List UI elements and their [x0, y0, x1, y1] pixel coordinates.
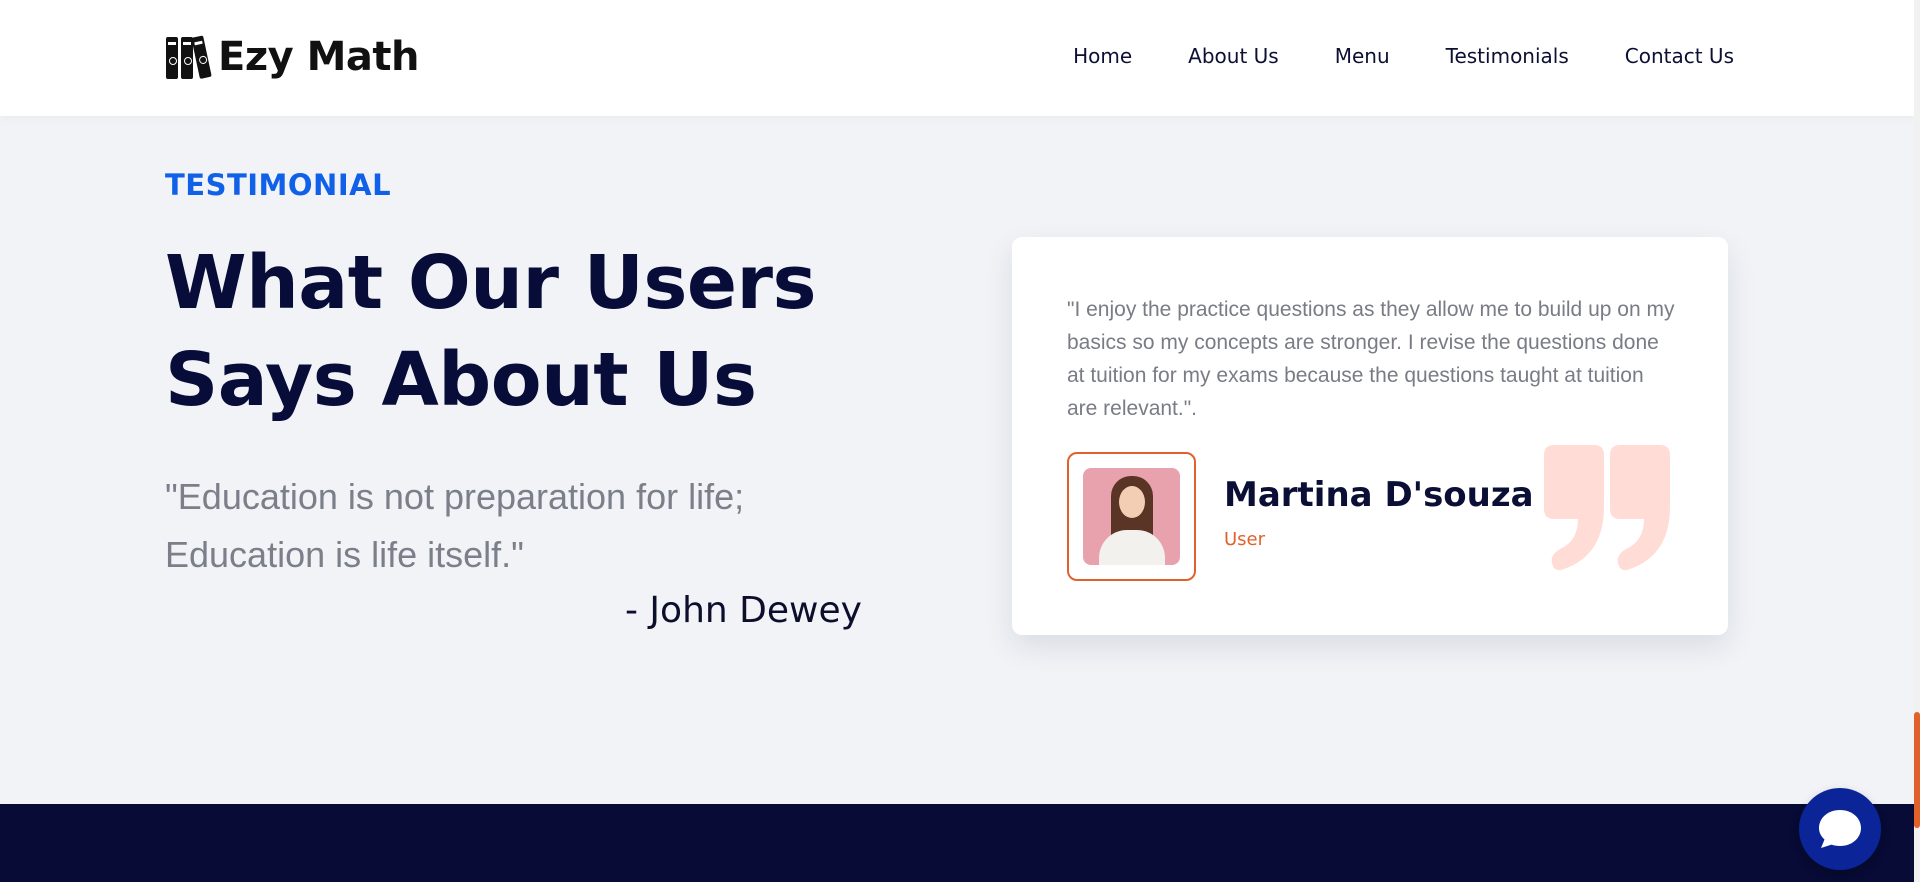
chat-button[interactable] [1799, 788, 1881, 870]
section-heading: What Our Users Says About Us [165, 235, 885, 429]
nav-testimonials[interactable]: Testimonials [1446, 44, 1569, 68]
scrollbar-thumb[interactable] [1914, 712, 1920, 828]
testimonial-role: User [1224, 529, 1266, 550]
testimonial-name: Martina D'souza [1224, 475, 1534, 515]
avatar-frame [1067, 452, 1196, 581]
quote-author: - John Dewey [625, 590, 862, 631]
brand-name: Ezy Math [218, 34, 420, 80]
brand-logo[interactable]: Ezy Math [166, 34, 420, 80]
main-nav: Home About Us Menu Testimonials Contact … [1073, 44, 1734, 68]
footer-band [0, 804, 1914, 882]
heading-line-2: Says About Us [165, 337, 757, 423]
quote-line-1: "Education is not preparation for life; [165, 476, 745, 517]
books-icon [166, 35, 212, 79]
heading-line-1: What Our Users [165, 240, 817, 326]
testimonial-card: "I enjoy the practice questions as they … [1012, 237, 1728, 635]
nav-about-us[interactable]: About Us [1188, 44, 1279, 68]
nav-home[interactable]: Home [1073, 44, 1132, 68]
quote-mark-icon [1544, 445, 1670, 571]
nav-menu[interactable]: Menu [1335, 44, 1390, 68]
site-header: Ezy Math Home About Us Menu Testimonials… [0, 0, 1914, 116]
page-scrollbar[interactable] [1914, 0, 1920, 882]
nav-contact-us[interactable]: Contact Us [1625, 44, 1734, 68]
section-eyebrow: TESTIMONIAL [165, 168, 392, 202]
featured-quote: "Education is not preparation for life; … [165, 468, 885, 584]
testimonial-text: "I enjoy the practice questions as they … [1067, 298, 1675, 420]
chat-bubble-icon [1819, 810, 1861, 848]
quote-line-2: Education is life itself." [165, 534, 524, 575]
avatar [1083, 468, 1180, 565]
